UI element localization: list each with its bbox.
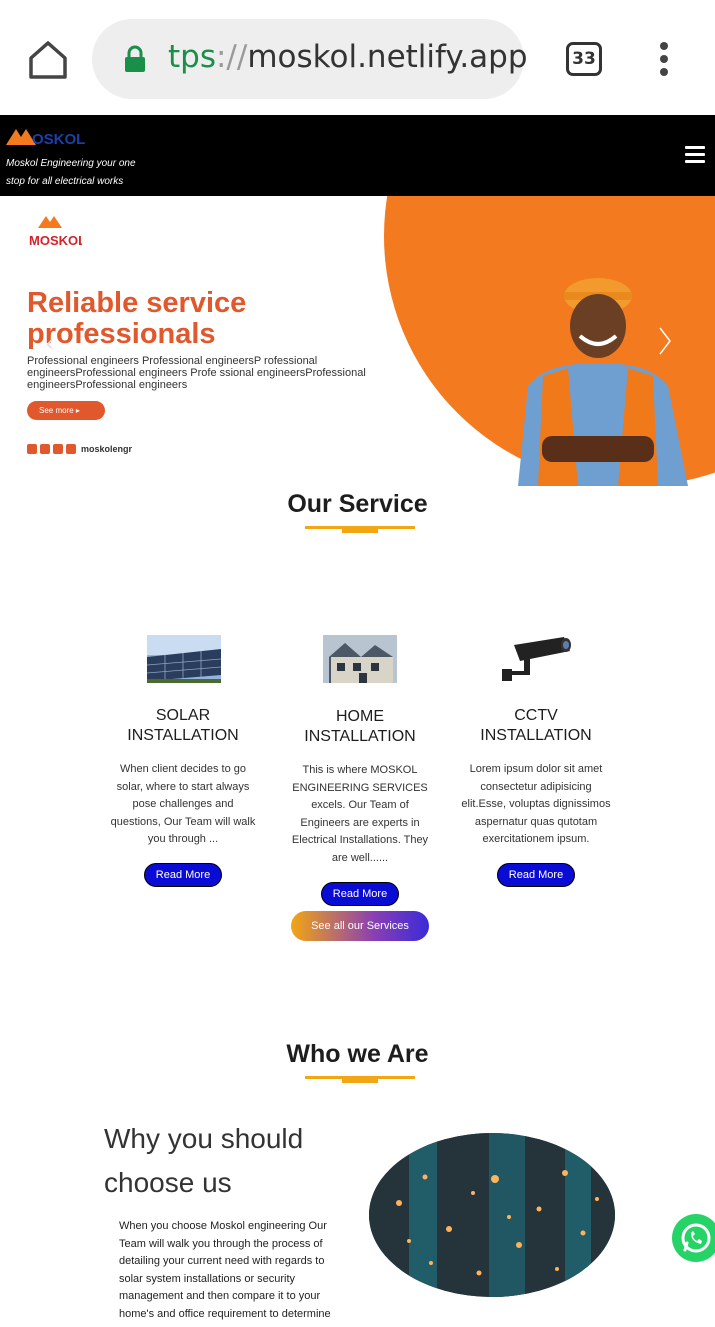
solar-panel-image bbox=[147, 635, 221, 683]
cctv-camera-image bbox=[500, 635, 574, 683]
services-section-title: Our Service bbox=[287, 490, 428, 518]
service-description: Lorem ipsum dolor sit amet consectetur a… bbox=[461, 763, 611, 846]
url-text[interactable]: tps://moskol.netlify.app bbox=[168, 39, 528, 75]
instagram-icon[interactable] bbox=[53, 444, 63, 454]
why-choose-us-text: When you choose Moskol engineering Our T… bbox=[119, 1220, 331, 1320]
service-description: This is where MOSKOL ENGINEERING SERVICE… bbox=[291, 764, 429, 864]
read-more-button[interactable]: Read More bbox=[320, 881, 400, 906]
hamburger-menu-icon[interactable] bbox=[685, 146, 705, 164]
url-separator: :// bbox=[215, 39, 248, 75]
home-icon[interactable] bbox=[26, 38, 70, 82]
who-section-title: Who we Are bbox=[286, 1040, 429, 1068]
browser-toolbar: tps://moskol.netlify.app 33 bbox=[0, 0, 715, 115]
hero-title-line1: Reliable service bbox=[27, 287, 247, 319]
svg-text:OSKOL: OSKOL bbox=[32, 131, 85, 148]
service-title: CCTV INSTALLATION bbox=[480, 707, 592, 744]
hero-subtitle: Professional engineers Professional engi… bbox=[27, 355, 366, 391]
service-card-solar: SOLAR INSTALLATION When client decides t… bbox=[108, 706, 258, 887]
read-more-button[interactable]: Read More bbox=[496, 862, 576, 887]
lock-icon bbox=[125, 45, 145, 72]
who-title-accent bbox=[342, 1078, 378, 1083]
hero-social-row: moskolengr bbox=[27, 443, 132, 455]
linkedin-icon[interactable] bbox=[27, 444, 37, 454]
twitter-icon[interactable] bbox=[40, 444, 50, 454]
url-host: moskol.netlify.app bbox=[247, 39, 528, 75]
social-handle: moskolengr bbox=[81, 444, 133, 454]
hero-see-more-button[interactable]: See more ▸ bbox=[27, 401, 105, 420]
service-title: HOME INSTALLATION bbox=[304, 708, 416, 745]
svg-text:MOSKOL: MOSKOL bbox=[29, 233, 82, 248]
address-bar[interactable]: tps://moskol.netlify.app bbox=[92, 19, 528, 99]
hero-carousel: MOSKOL Reliable service professionals Pr… bbox=[0, 196, 715, 486]
engineer-photo bbox=[518, 278, 688, 486]
moskol-logo[interactable]: OSKOL bbox=[6, 123, 116, 149]
whatsapp-icon[interactable] bbox=[672, 1214, 715, 1262]
house-image bbox=[323, 635, 397, 683]
hero-logo: MOSKOL bbox=[29, 216, 82, 248]
url-scheme: tps bbox=[168, 39, 216, 75]
service-title: SOLAR INSTALLATION bbox=[127, 707, 239, 744]
browser-menu-icon[interactable] bbox=[652, 42, 676, 76]
service-description: When client decides to go solar, where t… bbox=[110, 763, 256, 846]
service-card-home: HOME INSTALLATION This is where MOSKOL E… bbox=[285, 707, 435, 906]
why-choose-us-heading: Why you should choose us bbox=[104, 1123, 304, 1198]
read-more-button[interactable]: Read More bbox=[143, 862, 223, 887]
tab-switcher-button[interactable]: 33 bbox=[566, 42, 602, 76]
service-card-cctv: CCTV INSTALLATION Lorem ipsum dolor sit … bbox=[461, 706, 611, 887]
facebook-icon[interactable] bbox=[66, 444, 76, 454]
hero-title: Reliable service professionals bbox=[27, 288, 246, 350]
services-title-accent bbox=[342, 528, 378, 533]
site-navbar: OSKOL Moskol Engineering your one stop f… bbox=[0, 115, 715, 196]
hero-title-line2: professionals bbox=[27, 318, 216, 350]
carousel-prev-icon[interactable]: ‹ bbox=[46, 330, 53, 356]
light-bulbs-image bbox=[369, 1133, 615, 1297]
site-tagline: Moskol Engineering your one stop for all… bbox=[6, 158, 136, 187]
see-all-services-button[interactable]: See all our Services bbox=[291, 911, 429, 941]
hero-cta-label: See more bbox=[39, 406, 74, 415]
